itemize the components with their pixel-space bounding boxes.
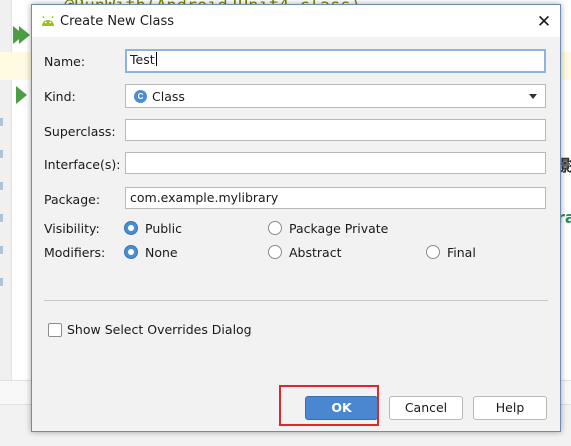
name-label: Name: — [44, 54, 86, 69]
package-input[interactable]: com.example.mylibrary — [125, 187, 546, 209]
visibility-public-radio[interactable] — [124, 221, 138, 235]
highlight-annotation-box — [279, 385, 379, 426]
visibility-package-private-radio[interactable] — [268, 221, 282, 235]
gutter-marker — [0, 182, 3, 190]
name-input-value: Test — [130, 52, 155, 67]
gutter-marker — [0, 150, 3, 158]
create-new-class-dialog: Create New Class ✕ Name: Test Kind: C Cl… — [31, 4, 561, 432]
chevron-down-icon[interactable] — [529, 94, 537, 99]
kind-dropdown[interactable]: C Class — [125, 84, 546, 108]
gutter-marker — [0, 278, 3, 286]
interfaces-input[interactable] — [125, 152, 546, 174]
visibility-package-private-label[interactable]: Package Private — [289, 221, 388, 236]
run-tests-icon-secondary[interactable] — [19, 26, 30, 44]
name-input[interactable]: Test — [125, 49, 546, 73]
modifier-final-radio[interactable] — [426, 245, 440, 259]
class-icon: C — [134, 90, 147, 103]
help-button[interactable]: Help — [473, 396, 547, 420]
modifier-final-label[interactable]: Final — [447, 245, 476, 260]
gutter-marker — [0, 246, 3, 254]
kind-selected-value: Class — [152, 89, 185, 104]
modifier-none-radio[interactable] — [124, 245, 138, 259]
modifier-abstract-radio[interactable] — [268, 245, 282, 259]
visibility-public-label[interactable]: Public — [145, 221, 182, 236]
android-icon — [42, 15, 54, 26]
cancel-button[interactable]: Cancel — [389, 396, 463, 420]
show-overrides-label[interactable]: Show Select Overrides Dialog — [67, 322, 252, 337]
code-fragment: 影 — [560, 156, 571, 175]
show-overrides-checkbox[interactable] — [48, 323, 62, 337]
modifiers-label: Modifiers: — [44, 245, 106, 260]
close-icon[interactable]: ✕ — [534, 12, 554, 32]
superclass-input[interactable] — [125, 119, 546, 141]
interfaces-label: Interface(s): — [44, 157, 121, 172]
text-caret — [155, 52, 157, 66]
dialog-titlebar[interactable]: Create New Class ✕ — [32, 5, 560, 37]
run-test-icon[interactable] — [16, 86, 27, 104]
superclass-label: Superclass: — [44, 124, 116, 139]
section-divider — [44, 300, 548, 301]
kind-label: Kind: — [44, 89, 76, 104]
modifier-abstract-label[interactable]: Abstract — [289, 245, 341, 260]
gutter-marker — [0, 214, 3, 222]
gutter-marker — [0, 118, 3, 126]
visibility-label: Visibility: — [44, 221, 100, 236]
dialog-title: Create New Class — [60, 14, 175, 29]
modifier-none-label[interactable]: None — [145, 245, 178, 260]
package-label: Package: — [44, 192, 101, 207]
